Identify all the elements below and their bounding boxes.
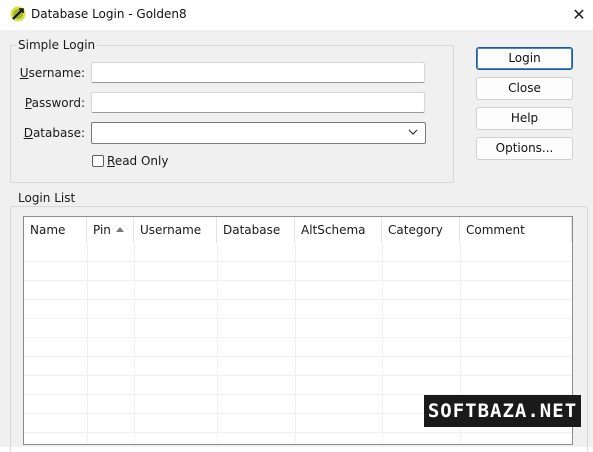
read-only-checkbox[interactable] xyxy=(92,155,104,167)
chevron-down-icon xyxy=(408,129,418,135)
help-button[interactable]: Help xyxy=(476,107,573,130)
title-bar: Database Login - Golden8 ✕ xyxy=(0,0,593,30)
sort-ascending-icon xyxy=(115,227,124,232)
grid-row-divider xyxy=(24,299,572,300)
grid-row-divider xyxy=(24,375,572,376)
table-header: Name Pin Username Database AltSchema Cat… xyxy=(24,217,572,243)
database-login-window: Database Login - Golden8 ✕ Simple Login … xyxy=(0,0,593,452)
grid-column-divider xyxy=(87,243,88,444)
column-header-comment[interactable]: Comment xyxy=(460,217,572,243)
column-header-altschema[interactable]: AltSchema xyxy=(295,217,382,243)
grid-row-divider xyxy=(24,318,572,319)
read-only-label[interactable]: Read Only xyxy=(107,154,168,168)
password-input[interactable] xyxy=(91,92,425,113)
database-label: Database: xyxy=(23,126,85,140)
grid-column-divider xyxy=(217,243,218,444)
username-input[interactable] xyxy=(91,62,425,83)
grid-row-divider xyxy=(24,432,572,433)
password-label: Password: xyxy=(24,96,85,110)
column-header-pin[interactable]: Pin xyxy=(87,217,134,243)
grid-column-divider xyxy=(134,243,135,444)
options-button[interactable]: Options... xyxy=(476,137,573,160)
close-window-icon[interactable]: ✕ xyxy=(568,4,590,26)
grid-column-divider xyxy=(382,243,383,444)
login-button[interactable]: Login xyxy=(476,47,573,70)
grid-column-divider xyxy=(295,243,296,444)
window-title: Database Login - Golden8 xyxy=(31,7,187,21)
login-list-group-title: Login List xyxy=(16,191,78,205)
database-dropdown[interactable] xyxy=(91,122,426,144)
grid-row-divider xyxy=(24,261,572,262)
column-header-name[interactable]: Name xyxy=(24,217,87,243)
column-header-category[interactable]: Category xyxy=(382,217,460,243)
simple-login-group-title: Simple Login xyxy=(16,38,98,52)
column-header-username[interactable]: Username xyxy=(134,217,217,243)
app-logo-icon xyxy=(10,6,26,22)
grid-row-divider xyxy=(24,356,572,357)
grid-row-divider xyxy=(24,280,572,281)
username-label: Username: xyxy=(19,66,85,80)
grid-row-divider xyxy=(24,337,572,338)
close-button[interactable]: Close xyxy=(476,77,573,100)
watermark: SOFTBAZA.NET xyxy=(424,395,581,427)
column-header-database[interactable]: Database xyxy=(217,217,295,243)
